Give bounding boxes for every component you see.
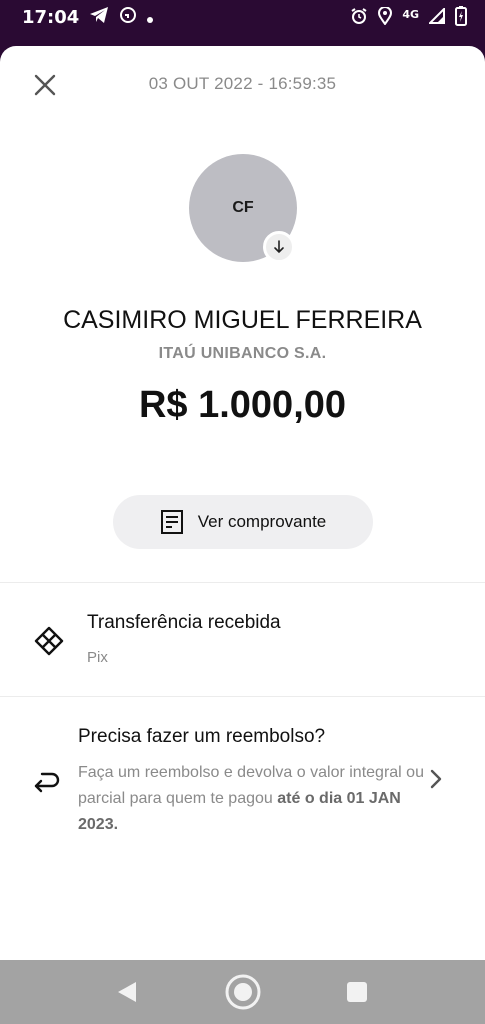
- recent-apps-icon[interactable]: [347, 982, 367, 1002]
- dot-icon: [147, 8, 154, 27]
- view-receipt-button[interactable]: Ver comprovante: [113, 495, 373, 549]
- refund-title: Precisa fazer um reembolso?: [78, 726, 326, 747]
- system-nav-bar: [0, 960, 485, 1024]
- incoming-badge: [263, 231, 295, 263]
- divider: [0, 696, 485, 697]
- signal-icon: [427, 6, 445, 28]
- cast-icon: [119, 6, 137, 28]
- transaction-method: Pix: [87, 649, 108, 666]
- view-receipt-label: Ver comprovante: [197, 512, 327, 531]
- status-bar: 17:04 4G: [0, 0, 485, 36]
- transaction-amount: R$ 1.000,00: [138, 384, 347, 426]
- payer-name: CASIMIRO MIGUEL FERREIRA: [63, 306, 422, 334]
- arrow-down-icon: [274, 240, 284, 254]
- transaction-sheet: 03 OUT 2022 - 16:59:35 CF CASIMIRO MIGUE…: [0, 46, 485, 960]
- avatar-initials: CF: [232, 199, 254, 216]
- home-icon[interactable]: [224, 973, 262, 1011]
- refund-description: Faça um reembolso e devolva o valor inte…: [78, 760, 428, 838]
- chevron-right-icon: [430, 769, 442, 789]
- receipt-icon: [160, 510, 183, 534]
- alarm-icon: [350, 7, 368, 29]
- status-left: 17:04: [22, 6, 154, 28]
- telegram-icon: [89, 6, 109, 28]
- refund-row[interactable]: Precisa fazer um reembolso? Faça um reem…: [0, 698, 485, 848]
- status-right: 4G: [350, 6, 467, 30]
- transaction-type: Transferência recebida: [87, 612, 281, 633]
- transaction-datetime: 03 OUT 2022 - 16:59:35: [148, 74, 337, 93]
- location-icon: [378, 6, 393, 29]
- back-icon[interactable]: [116, 980, 138, 1004]
- divider: [0, 582, 485, 583]
- refund-arrow-icon: [34, 772, 60, 793]
- bank-name: ITAÚ UNIBANCO S.A.: [158, 345, 327, 362]
- network-type: 4G: [402, 7, 419, 21]
- status-time: 17:04: [22, 6, 80, 28]
- battery-icon: [455, 6, 467, 30]
- pix-icon: [34, 626, 64, 656]
